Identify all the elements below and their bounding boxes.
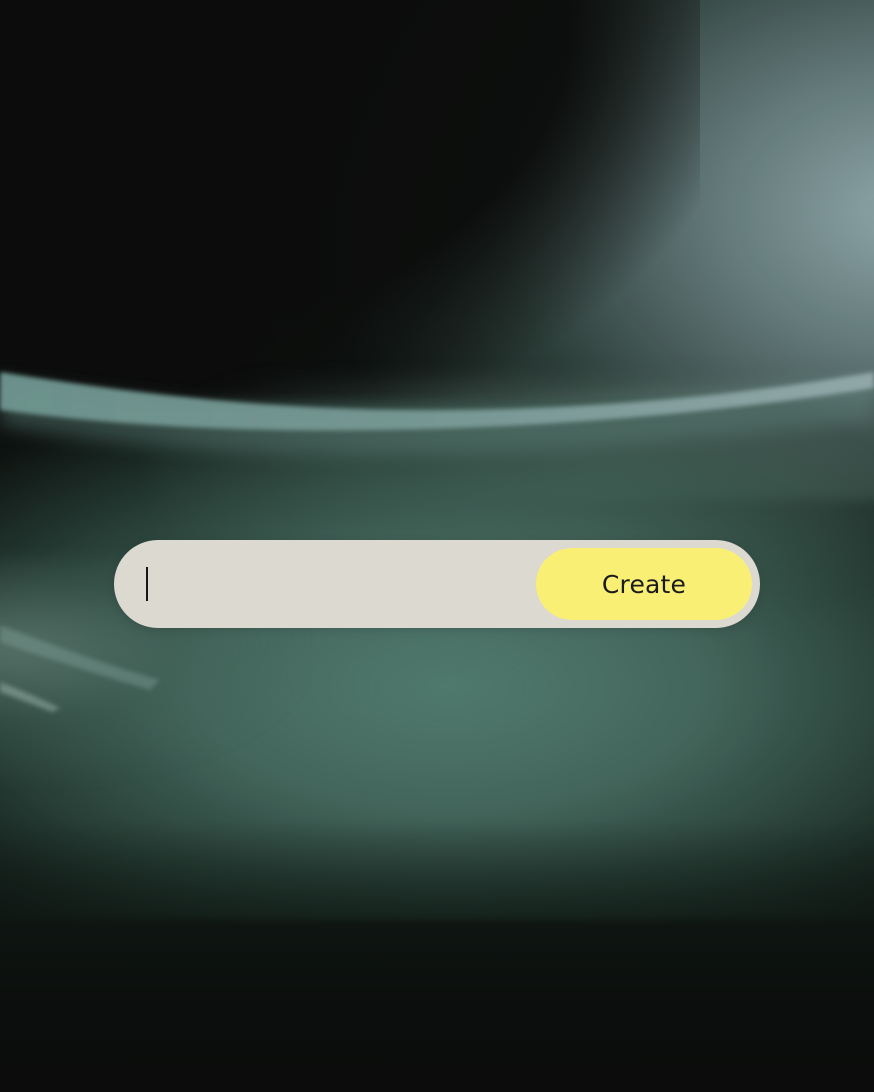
create-button[interactable]: Create	[536, 548, 752, 620]
background-bottom-fade	[0, 820, 874, 1092]
background-green-band	[0, 400, 874, 920]
prompt-bar: Create	[114, 540, 760, 628]
background-canvas: Create	[0, 0, 874, 1092]
text-caret	[146, 567, 148, 601]
prompt-input-wrapper	[144, 554, 536, 614]
background-dark-shape	[0, 0, 700, 420]
background-light-glow	[260, 0, 874, 500]
prompt-input[interactable]	[144, 554, 526, 614]
